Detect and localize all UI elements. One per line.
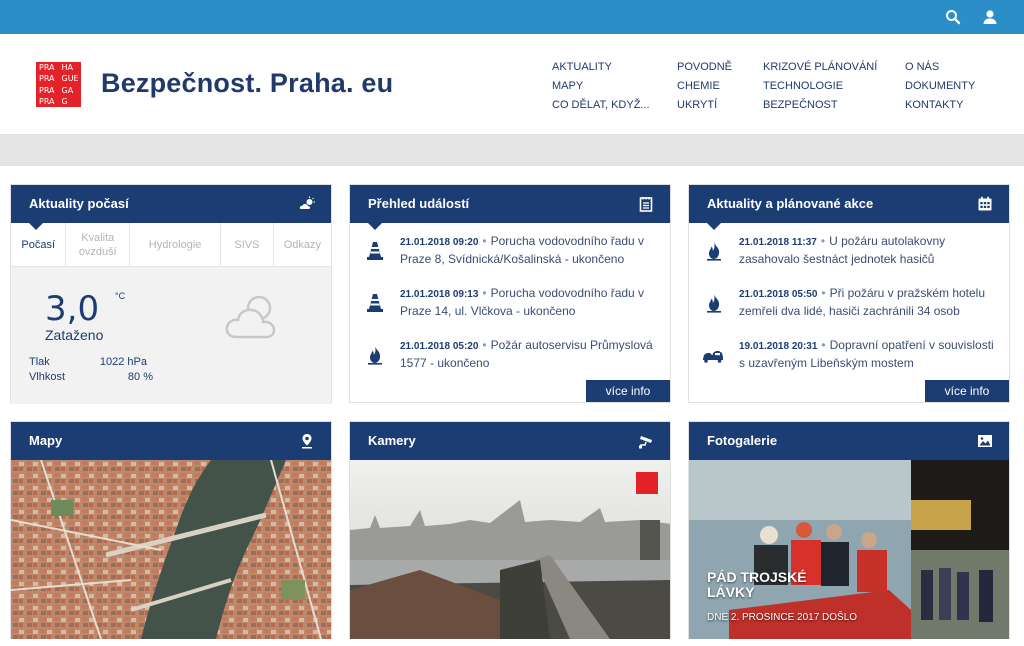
weather-panel: 3,0 °C Zataženo Tlak 1022 hPa Vlhkost 80… [11, 267, 331, 404]
temperature-value: 3,0 [45, 289, 100, 329]
cameras-card-header: Kamery [350, 422, 670, 467]
humidity-label: Vlhkost [29, 371, 66, 383]
nav-link-dokumenty[interactable]: Dokumenty [905, 77, 975, 96]
events-card: Přehled událostí 21.01.2018 09:20 • Poruch… [349, 184, 671, 403]
fire-icon [707, 294, 721, 313]
nav-column-3: Krizové plánování Technologie Bezpečnost [763, 58, 877, 115]
weather-tabs: Počasí Kvalita ovzduší Hydrologie SIVS O… [11, 223, 331, 267]
pressure-label: Tlak [29, 356, 50, 368]
city-webcam-image [350, 460, 670, 639]
grey-strip [0, 134, 1024, 166]
events-more-button[interactable]: více info [586, 380, 670, 402]
nav-link-kontakty[interactable]: Kontakty [905, 96, 975, 115]
gallery-photo-title: Pád Trojské lávky [707, 569, 807, 600]
top-bar [0, 0, 1024, 34]
search-icon[interactable] [945, 9, 961, 25]
humidity-row: Vlhkost 80 % [29, 371, 153, 383]
weather-card: Aktuality počasí Počasí Kvalita ovzduší … [10, 184, 332, 404]
nav-column-4: O nás Dokumenty Kontakty [905, 58, 975, 115]
maps-card-title: Mapy [29, 433, 63, 448]
gallery-card: Fotogalerie Pád Trojské lávky Dne 2. pro… [688, 421, 1010, 639]
event-time: 21.01.2018 05:20 [400, 341, 479, 352]
nav-link-krizove-planovani[interactable]: Krizové plánování [763, 58, 877, 77]
tab-kvalita-ovzdusi[interactable]: Kvalita ovzduší [66, 223, 131, 266]
list-item[interactable]: 21.01.2018 05:50 • Při požáru v pražském h… [689, 285, 1009, 337]
car-crash-icon [703, 351, 723, 363]
tab-hydrologie[interactable]: Hydrologie [130, 223, 222, 266]
tab-sivs[interactable]: SIVS [221, 223, 274, 266]
nav-column-2: Povodně Chemie Ukrytí [677, 58, 732, 115]
action-time: 21.01.2018 05:50 [739, 289, 818, 300]
events-card-header: Přehled událostí [350, 185, 670, 230]
actions-card: Aktuality a plánované akce 21.01.2018 11… [688, 184, 1010, 403]
list-item[interactable]: 21.01.2018 09:13 • Porucha vodovodního řad… [350, 285, 670, 337]
actions-card-header: Aktuality a plánované akce [689, 185, 1009, 230]
maps-card: Mapy [10, 421, 332, 639]
praha-mini-logo [636, 472, 658, 494]
weather-card-title: Aktuality počasí [29, 196, 129, 211]
list-item[interactable]: 21.01.2018 11:37 • U požáru autolakovny za… [689, 233, 1009, 285]
actions-list: 21.01.2018 11:37 • U požáru autolakovny za… [689, 223, 1009, 389]
maps-card-header: Mapy [11, 422, 331, 467]
nav-link-aktuality[interactable]: Aktuality [552, 58, 650, 77]
cameras-card-title: Kamery [368, 433, 416, 448]
pressure-row: Tlak 1022 hPa [29, 356, 147, 368]
nav-column-1: Aktuality Mapy Co dělat, když... [552, 58, 650, 115]
tab-odkazy[interactable]: Odkazy [274, 223, 331, 266]
map-pin-icon [302, 434, 312, 449]
weather-card-header: Aktuality počasí [11, 185, 331, 230]
nav-link-co-delat[interactable]: Co dělat, když... [552, 96, 650, 115]
traffic-cone-icon [367, 242, 383, 260]
praha-logo[interactable]: PRA HA PRA GUE PRA GA PRA G [36, 62, 81, 107]
cloud-icon [225, 295, 276, 339]
cameras-card: Kamery [349, 421, 671, 639]
action-time: 19.01.2018 20:31 [739, 341, 818, 352]
action-time: 21.01.2018 11:37 [739, 237, 817, 248]
nav-link-mapy[interactable]: Mapy [552, 77, 650, 96]
site-title[interactable]: Bezpečnost. Praha. eu [101, 68, 393, 99]
nav-link-bezpecnost[interactable]: Bezpečnost [763, 96, 877, 115]
map-image[interactable] [11, 460, 331, 639]
nav-link-povodne[interactable]: Povodně [677, 58, 732, 77]
nav-link-technologie[interactable]: Technologie [763, 77, 877, 96]
events-list: 21.01.2018 09:20 • Porucha vodovodního řad… [350, 223, 670, 389]
gallery-photo-subtitle: Dne 2. prosince 2017 došlo [707, 612, 858, 623]
gallery-image[interactable]: Pád Trojské lávky Dne 2. prosince 2017 d… [689, 460, 1009, 639]
nav-link-ukryti[interactable]: Ukrytí [677, 96, 732, 115]
fire-icon [707, 242, 721, 261]
actions-more-button[interactable]: více info [925, 380, 1009, 402]
event-time: 21.01.2018 09:13 [400, 289, 479, 300]
pressure-value: 1022 hPa [99, 356, 147, 368]
traffic-cone-icon [367, 294, 383, 312]
gallery-card-title: Fotogalerie [707, 433, 778, 448]
security-camera-icon [639, 436, 652, 449]
weather-condition: Zataženo [45, 327, 104, 343]
temperature-unit: °C [115, 291, 126, 301]
site-header: PRA HA PRA GUE PRA GA PRA G Bezpečnost. Prah… [0, 34, 1024, 134]
aerial-map-image [11, 460, 331, 639]
user-icon[interactable] [982, 9, 998, 25]
notepad-icon [639, 197, 653, 212]
humidity-value: 80 % [127, 371, 153, 383]
gallery-card-header: Fotogalerie [689, 422, 1009, 467]
events-card-title: Přehled událostí [368, 196, 470, 211]
list-item[interactable]: 21.01.2018 09:20 • Porucha vodovodního řad… [350, 233, 670, 285]
fire-icon [368, 346, 382, 365]
image-icon [978, 435, 992, 447]
partly-cloudy-icon [299, 196, 315, 209]
nav-link-o-nas[interactable]: O nás [905, 58, 975, 77]
nav-link-chemie[interactable]: Chemie [677, 77, 732, 96]
camera-image[interactable] [350, 460, 670, 639]
actions-card-title: Aktuality a plánované akce [707, 196, 874, 211]
event-time: 21.01.2018 09:20 [400, 237, 479, 248]
calendar-icon [978, 196, 992, 211]
